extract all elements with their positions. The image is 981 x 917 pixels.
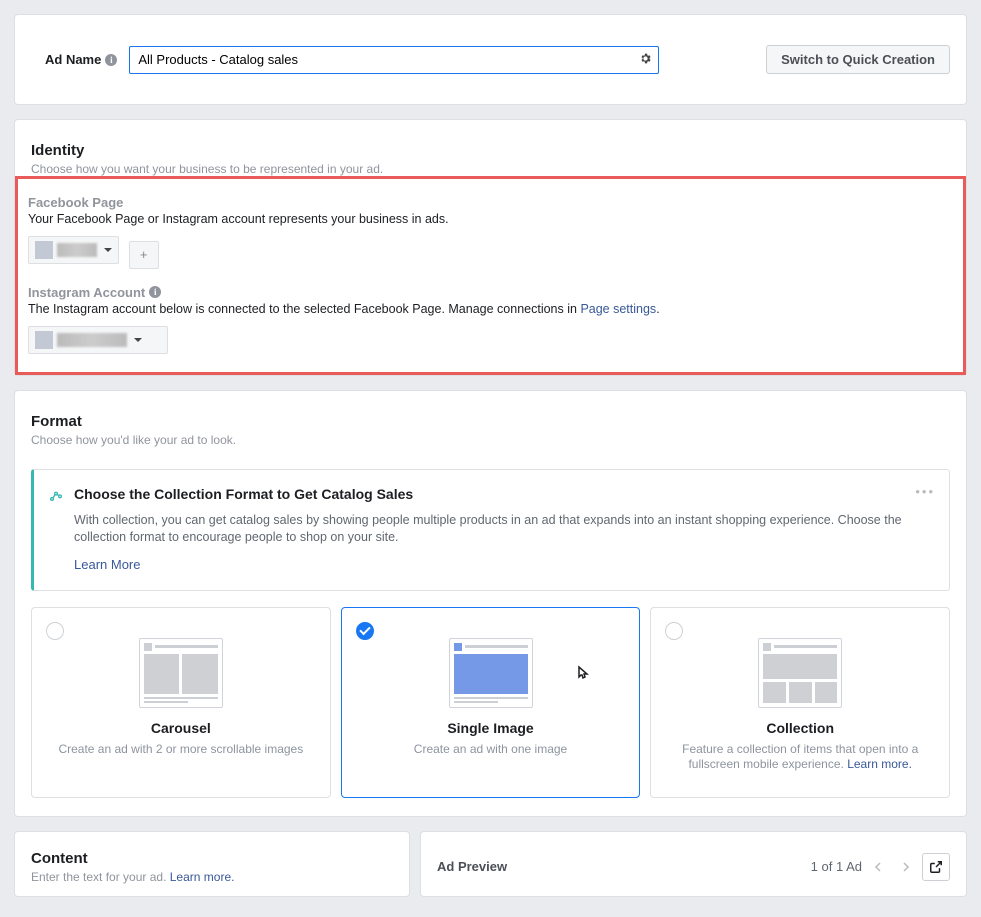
info-icon[interactable]: i — [105, 54, 117, 66]
tip-menu-icon[interactable]: ••• — [915, 484, 935, 499]
facebook-page-desc: Your Facebook Page or Instagram account … — [28, 212, 953, 226]
radio-checked[interactable] — [356, 622, 374, 640]
prev-arrow-icon[interactable] — [870, 858, 888, 876]
tip-body: With collection, you can get catalog sal… — [74, 512, 931, 547]
carousel-preview-icon — [139, 638, 223, 708]
format-option-desc: Feature a collection of items that open … — [665, 742, 935, 773]
preview-counter: 1 of 1 Ad — [811, 859, 862, 874]
format-option-desc: Create an ad with one image — [356, 742, 626, 758]
instagram-account-selector[interactable] — [28, 326, 168, 354]
radio-unchecked[interactable] — [665, 622, 683, 640]
format-option-single-image[interactable]: Single Image Create an ad with one image — [341, 607, 641, 798]
identity-title: Identity — [31, 142, 950, 159]
tip-learn-more-link[interactable]: Learn More — [74, 557, 140, 572]
content-subtitle: Enter the text for your ad. Learn more. — [31, 870, 393, 884]
format-option-title: Collection — [665, 720, 935, 736]
format-subtitle: Choose how you'd like your ad to look. — [31, 433, 950, 447]
single-image-preview-icon — [449, 638, 533, 708]
format-tip-card: ••• Choose the Collection Format to Get … — [31, 469, 950, 591]
ad-name-input[interactable] — [129, 46, 659, 74]
identity-subtitle: Choose how you want your business to be … — [31, 162, 950, 176]
content-title: Content — [31, 850, 393, 867]
switch-quick-creation-button[interactable]: Switch to Quick Creation — [766, 45, 950, 74]
page-settings-link[interactable]: Page settings — [580, 302, 656, 316]
ad-name-label-text: Ad Name — [45, 52, 101, 67]
format-option-carousel[interactable]: Carousel Create an ad with 2 or more scr… — [31, 607, 331, 798]
format-option-desc: Create an ad with 2 or more scrollable i… — [46, 742, 316, 758]
identity-highlighted-region: Facebook Page Your Facebook Page or Inst… — [15, 176, 966, 375]
gear-icon[interactable] — [639, 52, 651, 68]
format-title: Format — [31, 413, 950, 430]
info-icon[interactable]: i — [149, 286, 161, 298]
collection-learn-more-link[interactable]: Learn more. — [847, 757, 912, 771]
content-learn-more-link[interactable]: Learn more. — [170, 870, 235, 884]
ad-preview-title: Ad Preview — [437, 859, 507, 874]
instagram-account-label: Instagram Account i — [28, 285, 953, 300]
facebook-page-label: Facebook Page — [28, 195, 953, 210]
facebook-page-selector[interactable] — [28, 236, 119, 264]
open-external-icon[interactable] — [922, 853, 950, 881]
ad-name-label: Ad Name i — [31, 52, 117, 67]
tip-heading: Choose the Collection Format to Get Cata… — [74, 486, 931, 502]
cursor-icon — [572, 664, 592, 689]
collection-preview-icon — [758, 638, 842, 708]
tip-icon — [48, 487, 64, 506]
format-option-title: Single Image — [356, 720, 626, 736]
radio-unchecked[interactable] — [46, 622, 64, 640]
instagram-account-desc: The Instagram account below is connected… — [28, 302, 953, 316]
format-option-title: Carousel — [46, 720, 316, 736]
format-option-collection[interactable]: Collection Feature a collection of items… — [650, 607, 950, 798]
next-arrow-icon[interactable] — [896, 858, 914, 876]
add-page-button[interactable]: + — [129, 241, 159, 269]
